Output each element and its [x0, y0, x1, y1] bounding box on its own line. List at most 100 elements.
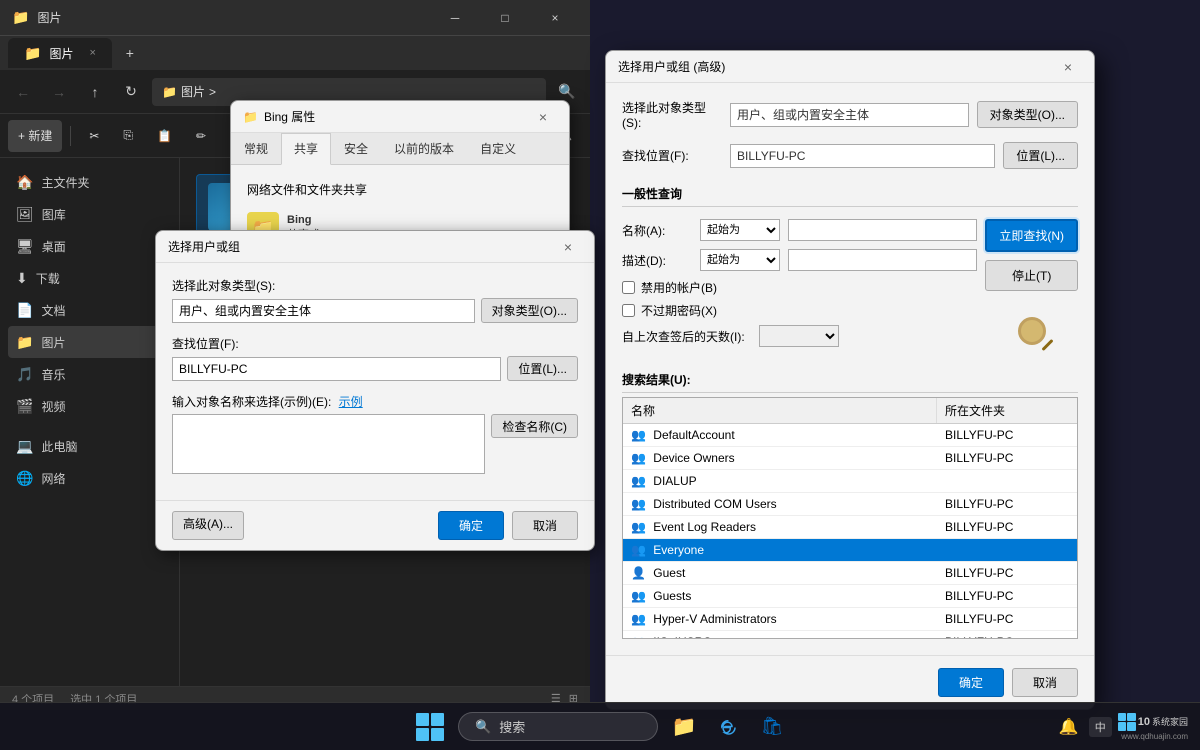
music-icon: 🎵	[16, 366, 33, 383]
ok-button[interactable]: 确定	[438, 511, 504, 540]
adv-ok-button[interactable]: 确定	[938, 668, 1004, 697]
name-query-row: 名称(A): 起始为	[622, 219, 977, 241]
no-expiry-checkbox[interactable]	[622, 304, 635, 317]
bing-dialog-close[interactable]: ×	[529, 103, 557, 131]
adv-obj-type-button[interactable]: 对象类型(O)...	[977, 101, 1078, 128]
sidebar-item-downloads[interactable]: ⬇ 下载	[8, 262, 171, 294]
sidebar-item-home[interactable]: 🏠 主文件夹	[8, 166, 171, 198]
taskbar-search-icon: 🔍	[475, 719, 491, 735]
forward-button[interactable]: →	[44, 77, 74, 107]
new-tab-button[interactable]: +	[116, 38, 144, 68]
result-row-1[interactable]: 👥 Device Owners BILLYFU-PC	[623, 447, 1077, 470]
result-row-6[interactable]: 👤 Guest BILLYFU-PC	[623, 562, 1077, 585]
sidebar-item-pictures[interactable]: 📁 图片	[8, 326, 171, 358]
tab-security[interactable]: 安全	[331, 133, 381, 164]
result-name-3: 👥 Distributed COM Users	[623, 493, 937, 515]
up-button[interactable]: ↑	[80, 77, 110, 107]
name-query-input[interactable]	[788, 219, 977, 241]
sidebar-item-network[interactable]: 🌐 网络	[8, 462, 171, 494]
cancel-button[interactable]: 取消	[512, 511, 578, 540]
results-header-label: 搜索结果(U):	[622, 367, 1078, 393]
taskbar: 🔍 搜索 📁 🛍 🔔 中	[0, 702, 1200, 750]
sidebar-item-desktop[interactable]: 🖥 桌面	[8, 230, 171, 262]
start-button[interactable]	[410, 707, 450, 747]
result-row-9[interactable]: 👥 IIS_IUSRS BILLYFU-PC	[623, 631, 1077, 639]
result-row-2[interactable]: 👥 DIALUP	[623, 470, 1077, 493]
result-row-3[interactable]: 👥 Distributed COM Users BILLYFU-PC	[623, 493, 1077, 516]
taskbar-center: 🔍 搜索 📁 🛍	[410, 707, 790, 747]
tab-customize[interactable]: 自定义	[467, 133, 529, 164]
adv-body: 选择此对象类型(S): 用户、组或内置安全主体 对象类型(O)... 查找位置(…	[606, 83, 1094, 655]
advanced-button[interactable]: 高级(A)...	[172, 511, 244, 540]
tab-previous[interactable]: 以前的版本	[381, 133, 467, 164]
obj-type-button[interactable]: 对象类型(O)...	[481, 298, 578, 323]
user-icon-4: 👥	[631, 520, 646, 534]
disabled-accounts-checkbox[interactable]	[622, 281, 635, 294]
location-button[interactable]: 位置(L)...	[507, 356, 578, 381]
back-button[interactable]: ←	[8, 77, 38, 107]
sidebar-pictures-label: 图片	[41, 334, 65, 351]
result-row-8[interactable]: 👥 Hyper-V Administrators BILLYFU-PC	[623, 608, 1077, 631]
tab-close-icon[interactable]: ×	[89, 47, 95, 59]
results-column-headers: 名称 所在文件夹	[623, 398, 1077, 424]
maximize-button[interactable]: □	[482, 0, 528, 36]
taskbar-edge[interactable]	[710, 709, 746, 745]
taskbar-file-explorer[interactable]: 📁	[666, 709, 702, 745]
result-name-6: 👤 Guest	[623, 562, 937, 584]
taskbar-store[interactable]: 🛍	[754, 709, 790, 745]
cut-button[interactable]: ✂	[79, 120, 109, 152]
result-row-5[interactable]: 👥 Everyone	[623, 539, 1077, 562]
example-link[interactable]: 示例	[339, 395, 363, 409]
sidebar-item-computer[interactable]: 💻 此电脑	[8, 430, 171, 462]
select-user-title-bar: 选择用户或组 ×	[156, 231, 594, 263]
adv-obj-type-value: 用户、组或内置安全主体	[730, 103, 969, 127]
rename-button[interactable]: ✏	[186, 120, 216, 152]
location-input[interactable]: BILLYFU-PC	[172, 357, 501, 381]
desc-query-input[interactable]	[788, 249, 977, 271]
days-select[interactable]	[759, 325, 839, 347]
copy-button[interactable]: ⎘	[113, 120, 143, 152]
adv-location-value[interactable]: BILLYFU-PC	[730, 144, 995, 168]
sidebar-item-documents[interactable]: 📄 文档	[8, 294, 171, 326]
check-names-button[interactable]: 检查名称(C)	[491, 414, 578, 438]
sidebar-item-music[interactable]: 🎵 音乐	[8, 358, 171, 390]
adv-cancel-button[interactable]: 取消	[1012, 668, 1078, 697]
paste-button[interactable]: 📋	[147, 120, 182, 152]
desc-query-select[interactable]: 起始为	[700, 249, 780, 271]
result-row-0[interactable]: 👥 DefaultAccount BILLYFU-PC	[623, 424, 1077, 447]
sidebar-item-videos[interactable]: 🎬 视频	[8, 390, 171, 422]
result-row-4[interactable]: 👥 Event Log Readers BILLYFU-PC	[623, 516, 1077, 539]
ime-button[interactable]: 中	[1089, 717, 1112, 737]
result-name-5: 👥 Everyone	[623, 539, 937, 561]
find-now-button[interactable]: 立即查找(N)	[985, 219, 1078, 252]
computer-icon: 💻	[16, 438, 33, 455]
result-loc-3: BILLYFU-PC	[937, 493, 1077, 515]
videos-icon: 🎬	[16, 398, 33, 415]
name-textarea[interactable]	[172, 414, 485, 474]
select-user-body: 选择此对象类型(S): 用户、组或内置安全主体 对象类型(O)... 查找位置(…	[156, 263, 594, 500]
result-row-7[interactable]: 👥 Guests BILLYFU-PC	[623, 585, 1077, 608]
taskbar-search[interactable]: 🔍 搜索	[458, 712, 658, 741]
new-button[interactable]: + 新建	[8, 120, 62, 152]
tab-share[interactable]: 共享	[281, 133, 331, 165]
sidebar-item-gallery[interactable]: 🖼 图库	[8, 198, 171, 230]
tab-general[interactable]: 常规	[231, 133, 281, 164]
taskbar-search-label: 搜索	[499, 717, 525, 736]
result-name-2: 👥 DIALUP	[623, 470, 937, 492]
adv-location-button[interactable]: 位置(L)...	[1003, 142, 1078, 169]
minimize-button[interactable]: ─	[432, 0, 478, 36]
desc-query-row: 描述(D): 起始为	[622, 249, 977, 271]
taskbar-right: 🔔 中 10 系统家园 www.qdhuajin.com	[1059, 713, 1188, 741]
name-query-select[interactable]: 起始为	[700, 219, 780, 241]
sidebar-gallery-label: 图库	[42, 206, 66, 223]
explorer-tab[interactable]: 📁 图片 ×	[8, 38, 112, 68]
stop-button[interactable]: 停止(T)	[985, 260, 1078, 291]
result-loc-0: BILLYFU-PC	[937, 424, 1077, 446]
select-user-close[interactable]: ×	[554, 233, 582, 261]
refresh-button[interactable]: ↻	[116, 77, 146, 107]
pictures-icon: 📁	[16, 334, 33, 351]
enter-name-group: 输入对象名称来选择(示例)(E): 示例 检查名称(C)	[172, 393, 578, 474]
user-icon-5: 👥	[631, 543, 646, 557]
close-button[interactable]: ×	[532, 0, 578, 36]
adv-close[interactable]: ×	[1054, 53, 1082, 81]
